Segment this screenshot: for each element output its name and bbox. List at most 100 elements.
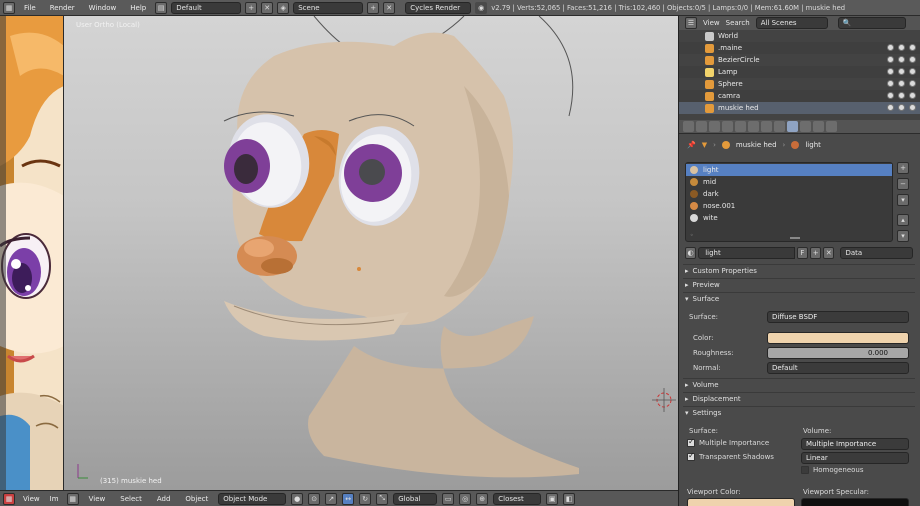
particles-tab[interactable] <box>813 121 824 132</box>
menu-view[interactable]: View <box>84 495 111 503</box>
translate-icon[interactable]: ↔ <box>342 492 355 505</box>
scene-tab[interactable] <box>709 121 720 132</box>
material-slot[interactable]: wite <box>686 212 892 224</box>
shading-icon[interactable]: ● <box>291 492 304 505</box>
visibility-eye-icon[interactable] <box>887 80 894 87</box>
select-arrow-icon[interactable] <box>898 92 905 99</box>
homogeneous-checkbox[interactable]: Homogeneous <box>801 466 864 474</box>
remove-layout-button[interactable]: ✕ <box>261 1 274 14</box>
outliner-display-select[interactable]: All Scenes <box>755 17 828 29</box>
visibility-eye-icon[interactable] <box>887 92 894 99</box>
material-slot[interactable]: nose.001 <box>686 200 892 212</box>
shader-select[interactable]: Diffuse BSDF <box>767 311 909 323</box>
volume-sampling-select[interactable]: Multiple Importance <box>801 438 909 450</box>
layout-field[interactable]: Default <box>171 1 242 14</box>
roughness-slider[interactable]: 0.000 <box>767 347 909 359</box>
normal-select[interactable]: Default <box>767 362 909 374</box>
menu-object[interactable]: Object <box>180 495 213 503</box>
camera-render-icon[interactable]: ◧ <box>563 492 576 505</box>
image-editor-reference[interactable] <box>0 16 64 490</box>
visibility-eye-icon[interactable] <box>887 56 894 63</box>
fake-user-button[interactable]: F <box>796 247 809 259</box>
outliner-row[interactable]: camra <box>679 90 920 102</box>
3d-viewport[interactable]: User Ortho (Local) (315) muskie hed <box>64 16 678 490</box>
render-tab[interactable] <box>683 121 694 132</box>
new-material-button[interactable]: + <box>810 247 822 259</box>
editor-type-icon[interactable]: ▦ <box>3 1 15 14</box>
menu-add[interactable]: Add <box>152 495 176 503</box>
select-arrow-icon[interactable] <box>898 80 905 87</box>
select-arrow-icon[interactable] <box>898 68 905 75</box>
remove-scene-button[interactable]: ✕ <box>383 1 396 14</box>
list-filter-icon[interactable]: ◦ <box>690 232 694 239</box>
viewport-editor-type-icon[interactable]: ▦ <box>66 492 79 505</box>
outliner-row[interactable]: Lamp <box>679 66 920 78</box>
scene-icon[interactable]: ◈ <box>277 1 290 14</box>
transparent-shadows-checkbox[interactable]: Transparent Shadows <box>687 451 774 461</box>
pin-icon[interactable]: 📌 <box>687 141 696 149</box>
link-select[interactable]: Data <box>840 247 914 259</box>
image-view-menu[interactable]: View <box>20 495 43 503</box>
outliner-row[interactable]: BezierCircle <box>679 54 920 66</box>
material-slot[interactable]: mid <box>686 176 892 188</box>
settings-panel[interactable]: ▾ Settings <box>685 407 913 419</box>
data-tab[interactable] <box>774 121 785 132</box>
outliner-row[interactable]: World <box>679 30 920 42</box>
menu-file[interactable]: File <box>19 4 41 12</box>
world-tab[interactable] <box>722 121 733 132</box>
browse-material-icon[interactable]: ◐ <box>685 247 697 259</box>
orientation-select[interactable]: Global <box>393 492 438 505</box>
slot-specials-button[interactable]: ▾ <box>897 194 909 206</box>
select-arrow-icon[interactable] <box>898 44 905 51</box>
rotate-icon[interactable]: ↻ <box>359 492 372 505</box>
render-camera-icon[interactable] <box>909 104 916 111</box>
physics-tab[interactable] <box>826 121 837 132</box>
menu-window[interactable]: Window <box>84 4 122 12</box>
outliner-row[interactable]: muskie hed <box>679 102 920 114</box>
material-slot[interactable]: dark <box>686 188 892 200</box>
render-icon[interactable]: ▣ <box>546 492 559 505</box>
outliner-search-input[interactable]: 🔍 <box>837 17 906 29</box>
menu-render[interactable]: Render <box>45 4 80 12</box>
visibility-eye-icon[interactable] <box>887 44 894 51</box>
manipulator-icon[interactable]: ↗ <box>325 492 338 505</box>
visibility-eye-icon[interactable] <box>887 104 894 111</box>
outliner-view-menu[interactable]: View <box>703 19 720 27</box>
viewport-specular-swatch[interactable] <box>801 498 909 506</box>
move-slot-down-button[interactable]: ▾ <box>897 230 909 242</box>
move-slot-up-button[interactable]: ▴ <box>897 214 909 226</box>
render-camera-icon[interactable] <box>909 44 916 51</box>
image-editor-type-icon[interactable]: ▦ <box>3 492 15 505</box>
surface-panel[interactable]: ▾ Surface <box>685 293 913 305</box>
preview-panel[interactable]: ▸ Preview <box>685 279 913 291</box>
snap-icon[interactable]: ⊕ <box>476 492 489 505</box>
layers-icon[interactable]: ▭ <box>442 492 455 505</box>
proportional-icon[interactable]: ◎ <box>459 492 472 505</box>
add-scene-button[interactable]: + <box>367 1 380 14</box>
add-slot-button[interactable]: + <box>897 162 909 174</box>
object-tab[interactable] <box>735 121 746 132</box>
modifiers-tab[interactable] <box>761 121 772 132</box>
image-menu-cut[interactable]: Im <box>48 495 62 503</box>
outliner-row[interactable]: .maine <box>679 42 920 54</box>
visibility-eye-icon[interactable] <box>887 68 894 75</box>
material-slot[interactable]: light <box>686 164 892 176</box>
mode-select[interactable]: Object Mode <box>218 492 287 505</box>
render-camera-icon[interactable] <box>909 92 916 99</box>
snap-target-select[interactable]: Closest <box>493 492 542 505</box>
material-slot-list[interactable]: light mid dark nose.001 wite ◦ <box>685 162 893 242</box>
render-camera-icon[interactable] <box>909 56 916 63</box>
add-layout-button[interactable]: + <box>245 1 258 14</box>
displacement-panel[interactable]: ▸ Displacement <box>685 393 913 405</box>
material-tab[interactable] <box>787 121 798 132</box>
custom-properties-panel[interactable]: ▸ Custom Properties <box>685 265 913 277</box>
scene-field[interactable]: Scene <box>293 1 364 14</box>
render-engine-select[interactable]: Cycles Render <box>405 1 472 14</box>
render-camera-icon[interactable] <box>909 80 916 87</box>
constraints-tab[interactable] <box>748 121 759 132</box>
outliner-row[interactable]: Sphere <box>679 78 920 90</box>
layout-icon[interactable]: ▤ <box>155 1 168 14</box>
remove-slot-button[interactable]: − <box>897 178 909 190</box>
unlink-material-button[interactable]: ✕ <box>823 247 835 259</box>
color-swatch[interactable] <box>767 332 909 344</box>
